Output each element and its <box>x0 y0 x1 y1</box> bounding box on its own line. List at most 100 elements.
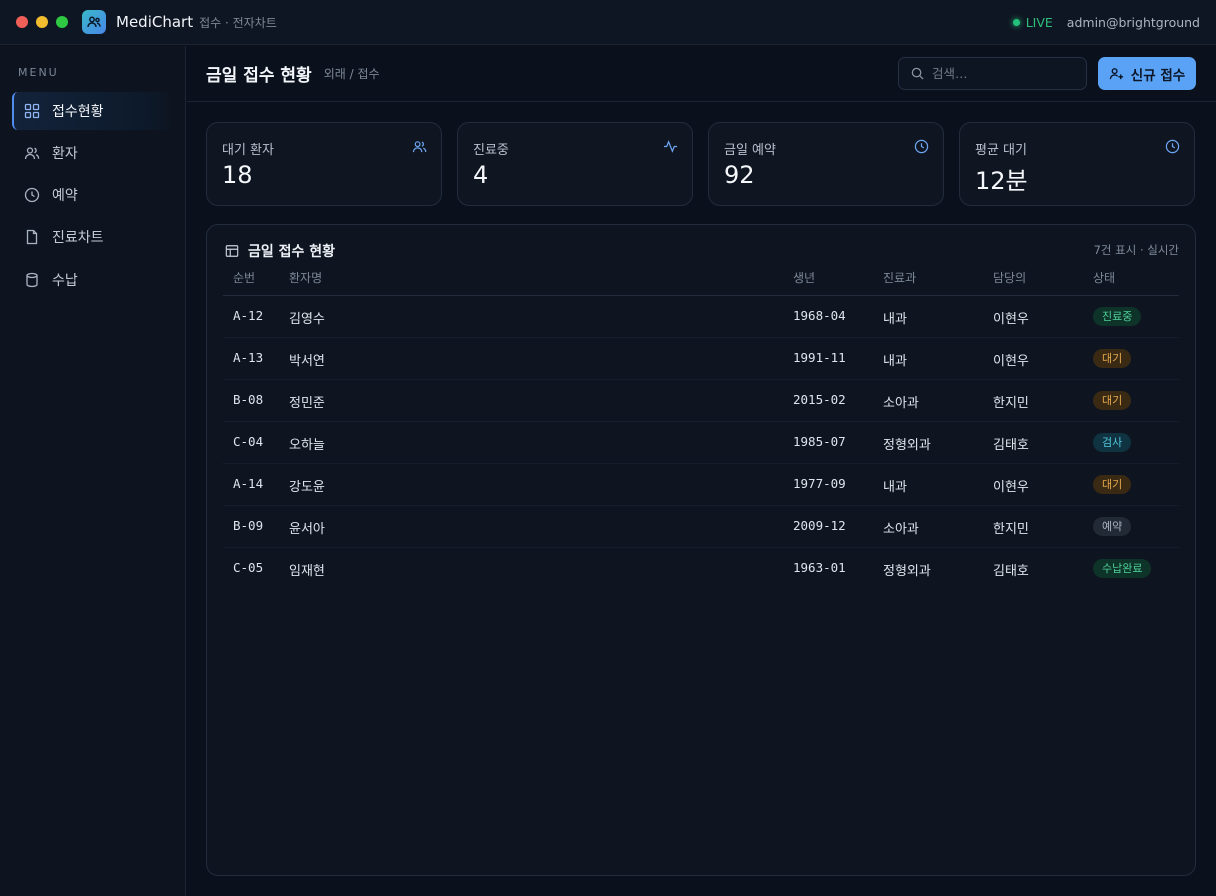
table-row[interactable]: A-13 박서연 1991-11 내과 이현우 대기 <box>223 338 1179 380</box>
table-row[interactable]: B-09 윤서아 2009-12 소아과 한지민 예약 <box>223 506 1179 548</box>
column-header-doctor[interactable]: 담당의 <box>993 269 1026 286</box>
cell-no: B-09 <box>233 518 264 533</box>
table-body: A-12 김영수 1968-04 내과 이현우 진료중 A-13 박서연 199… <box>223 296 1179 590</box>
stat-label: 진료중 <box>473 143 509 158</box>
column-header-dept[interactable]: 진료과 <box>883 269 916 286</box>
cell-dept: 소아과 <box>883 396 919 411</box>
cell-birth: 2009-12 <box>793 518 846 533</box>
cell-doctor: 이현우 <box>993 480 1029 495</box>
users-icon <box>24 147 40 160</box>
live-dot-icon <box>1012 18 1020 26</box>
cell-birth: 1963-01 <box>793 560 846 575</box>
stat-card-in-treatment: 진료중 4 <box>457 122 693 206</box>
table-header: 순번 환자명 생년 진료과 담당의 상태 <box>223 261 1179 296</box>
table-icon <box>225 245 239 257</box>
status-badge: 대기 <box>1093 391 1132 410</box>
users-icon <box>412 141 427 153</box>
search-input[interactable] <box>932 66 1072 81</box>
cell-birth: 1991-11 <box>793 350 846 365</box>
column-header-status[interactable]: 상태 <box>1093 269 1115 286</box>
sidebar-item-reception[interactable]: 접수현황 <box>12 92 174 130</box>
cell-doctor: 이현우 <box>993 312 1029 327</box>
stat-value: 12분 <box>975 167 1028 195</box>
cell-dept: 내과 <box>883 312 907 327</box>
table-row[interactable]: B-08 정민준 2015-02 소아과 한지민 대기 <box>223 380 1179 422</box>
breadcrumb: 외래 / 접수 <box>323 67 380 81</box>
search-box[interactable] <box>898 57 1087 90</box>
cell-doctor: 김태호 <box>993 438 1029 453</box>
cell-name: 박서연 <box>289 354 325 369</box>
grid-icon <box>24 103 40 119</box>
table-row[interactable]: C-05 임재현 1963-01 정형외과 김태호 수납완료 <box>223 548 1179 590</box>
maximize-window-button[interactable] <box>56 16 68 28</box>
cell-doctor: 한지민 <box>993 522 1029 537</box>
window-controls <box>16 16 68 28</box>
cell-name: 정민준 <box>289 396 325 411</box>
live-label: LIVE <box>1025 14 1053 30</box>
title-bar: MediChart 접수 · 전자차트 LIVE admin@brightgro… <box>0 0 1216 45</box>
cell-name: 윤서아 <box>289 522 325 537</box>
stat-card-waiting: 대기 환자 18 <box>206 122 442 206</box>
cell-dept: 소아과 <box>883 522 919 537</box>
cell-no: C-04 <box>233 434 264 449</box>
stat-label: 평균 대기 <box>975 143 1027 158</box>
clock-icon <box>24 187 40 203</box>
stat-value: 4 <box>473 161 489 189</box>
cell-doctor: 한지민 <box>993 396 1029 411</box>
close-window-button[interactable] <box>16 16 28 28</box>
sidebar-item-charts[interactable]: 진료차트 <box>12 218 174 256</box>
sidebar-item-label: 진료차트 <box>52 230 104 246</box>
cell-dept: 정형외과 <box>883 564 931 579</box>
sidebar-item-label: 환자 <box>52 146 78 162</box>
cell-birth: 1977-09 <box>793 476 846 491</box>
cell-no: A-13 <box>233 350 264 365</box>
menu-label: MENU <box>18 66 59 79</box>
sidebar-item-label: 예약 <box>52 188 78 204</box>
cell-birth: 2015-02 <box>793 392 846 407</box>
column-header-no[interactable]: 순번 <box>233 269 255 286</box>
cell-name: 오하늘 <box>289 438 325 453</box>
app-subtitle: 접수 · 전자차트 <box>199 15 277 30</box>
cell-name: 김영수 <box>289 312 325 327</box>
cell-dept: 정형외과 <box>883 438 931 453</box>
stat-label: 대기 환자 <box>222 143 274 158</box>
sidebar-item-label: 수납 <box>52 273 78 289</box>
cell-birth: 1968-04 <box>793 308 846 323</box>
sidebar-item-patients[interactable]: 환자 <box>12 134 174 172</box>
new-reception-button[interactable]: 신규 접수 <box>1098 57 1196 90</box>
status-badge: 예약 <box>1093 517 1132 536</box>
search-icon <box>911 67 924 80</box>
sidebar-item-billing[interactable]: 수납 <box>12 261 174 299</box>
user-account[interactable]: admin@brightground <box>1067 15 1200 30</box>
live-indicator: LIVE <box>1012 14 1053 30</box>
sidebar-item-label: 접수현황 <box>52 104 104 120</box>
panel-title: 금일 접수 현황 <box>225 241 335 261</box>
minimize-window-button[interactable] <box>36 16 48 28</box>
user-plus-icon <box>1109 68 1123 80</box>
reception-table-panel: 금일 접수 현황 7건 표시 · 실시간 순번 환자명 생년 진료과 담당의 상… <box>206 224 1196 876</box>
activity-icon <box>663 140 678 153</box>
main-content: 금일 접수 현황 외래 / 접수 신규 접수 대기 환자 18 진료중 4 금일… <box>187 46 1216 896</box>
panel-title-text: 금일 접수 현황 <box>248 244 336 260</box>
status-badge: 검사 <box>1093 433 1132 452</box>
status-badge: 대기 <box>1093 349 1132 368</box>
table-row[interactable]: C-04 오하늘 1985-07 정형외과 김태호 검사 <box>223 422 1179 464</box>
stat-value: 92 <box>724 161 755 189</box>
cell-no: A-14 <box>233 476 264 491</box>
sidebar: MENU 접수현황 환자 예약 진료차트 수납 <box>0 46 186 896</box>
cell-no: A-12 <box>233 308 264 323</box>
app-name: MediChart <box>116 13 194 31</box>
cell-name: 임재현 <box>289 564 325 579</box>
stat-label: 금일 예약 <box>724 143 776 158</box>
column-header-birth[interactable]: 생년 <box>793 269 815 286</box>
column-header-name[interactable]: 환자명 <box>289 269 322 286</box>
app-logo-icon <box>82 10 106 34</box>
status-badge: 수납완료 <box>1093 559 1152 578</box>
table-row[interactable]: A-14 강도윤 1977-09 내과 이현우 대기 <box>223 464 1179 506</box>
database-icon <box>26 272 38 288</box>
sidebar-item-appointments[interactable]: 예약 <box>12 176 174 214</box>
stat-card-avg-wait: 평균 대기 12분 <box>959 122 1195 206</box>
table-row[interactable]: A-12 김영수 1968-04 내과 이현우 진료중 <box>223 296 1179 338</box>
clock-icon <box>1165 139 1180 154</box>
file-icon <box>26 229 38 245</box>
